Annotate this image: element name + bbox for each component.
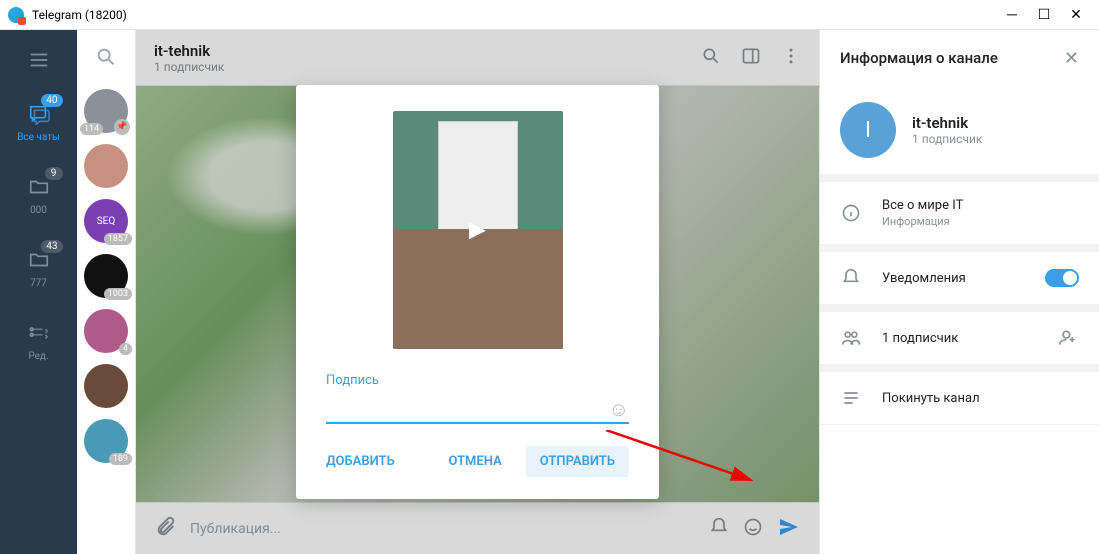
chat-avatar[interactable]: 189: [84, 419, 128, 463]
pin-icon: 📌: [114, 119, 130, 135]
chat-avatar[interactable]: SEQ1857: [84, 199, 128, 243]
caption-emoji-icon[interactable]: ☺: [609, 397, 629, 422]
rail-edit-folders[interactable]: Ред.: [0, 315, 77, 366]
play-icon: ▶: [469, 218, 486, 243]
folder-label: 777: [30, 278, 47, 289]
modal-overlay: ▶ Подпись ☺ ДОБАВИТЬ ОТМЕНА ОТПРАВИТЬ: [136, 30, 819, 554]
users-icon: [840, 328, 862, 348]
close-button[interactable]: ✕: [1069, 8, 1083, 22]
menu-icon[interactable]: [25, 46, 53, 74]
telegram-logo-icon: [8, 7, 24, 23]
caption-input[interactable]: ☺: [326, 396, 629, 424]
edit-label: Ред.: [28, 351, 48, 362]
leave-icon: [840, 388, 862, 408]
close-info-icon[interactable]: ✕: [1064, 48, 1079, 69]
channel-info-panel: Информация о канале ✕ I it-tehnik 1 подп…: [819, 30, 1099, 554]
info-icon: [840, 203, 862, 223]
send-button[interactable]: ОТПРАВИТЬ: [526, 446, 629, 477]
channel-sub: 1 подписчик: [912, 132, 982, 146]
chat-main: it-tehnik 1 подписчик Публикация...: [136, 30, 819, 554]
media-preview[interactable]: ▶: [393, 111, 563, 349]
caption-label: Подпись: [326, 373, 629, 388]
add-button[interactable]: ДОБАВИТЬ: [326, 454, 395, 469]
info-about[interactable]: Все о мире IT Информация: [820, 182, 1099, 252]
chat-list: 📌114 SEQ1857 1003 4 189: [77, 30, 136, 554]
search-icon[interactable]: [95, 46, 117, 72]
cancel-button[interactable]: ОТМЕНА: [448, 454, 501, 469]
send-media-dialog: ▶ Подпись ☺ ДОБАВИТЬ ОТМЕНА ОТПРАВИТЬ: [296, 85, 659, 499]
window-title: Telegram (18200): [32, 8, 127, 22]
add-user-icon[interactable]: [1057, 328, 1079, 348]
chat-avatar[interactable]: 4: [84, 309, 128, 353]
channel-avatar[interactable]: I: [840, 102, 896, 158]
rail-folder-777[interactable]: 43 777: [0, 242, 77, 293]
titlebar: Telegram (18200) ─ ☐ ✕: [0, 0, 1099, 30]
folder-badge: 9: [45, 167, 63, 180]
chat-avatar[interactable]: [84, 364, 128, 408]
info-notifications[interactable]: Уведомления: [820, 252, 1099, 312]
folder-rail: 40 Все чаты 9 000 43 777 Ред.: [0, 30, 77, 554]
all-chats-label: Все чаты: [17, 132, 60, 143]
channel-name: it-tehnik: [912, 114, 982, 132]
info-header: Информация о канале ✕: [820, 30, 1099, 86]
info-leave[interactable]: Покинуть канал: [820, 372, 1099, 425]
all-chats-badge: 40: [41, 94, 62, 107]
chat-avatar[interactable]: 📌114: [84, 89, 128, 133]
chat-avatar[interactable]: 1003: [84, 254, 128, 298]
info-subscribers[interactable]: 1 подписчик: [820, 312, 1099, 372]
notifications-toggle[interactable]: [1045, 269, 1079, 287]
folder-label: 000: [30, 205, 47, 216]
folder-badge: 43: [41, 240, 62, 253]
bell-icon: [840, 268, 862, 288]
chat-avatar[interactable]: [84, 144, 128, 188]
minimize-button[interactable]: ─: [1005, 8, 1019, 22]
info-profile: I it-tehnik 1 подписчик: [820, 86, 1099, 182]
maximize-button[interactable]: ☐: [1037, 8, 1051, 22]
rail-all-chats[interactable]: 40 Все чаты: [0, 96, 77, 147]
rail-folder-000[interactable]: 9 000: [0, 169, 77, 220]
